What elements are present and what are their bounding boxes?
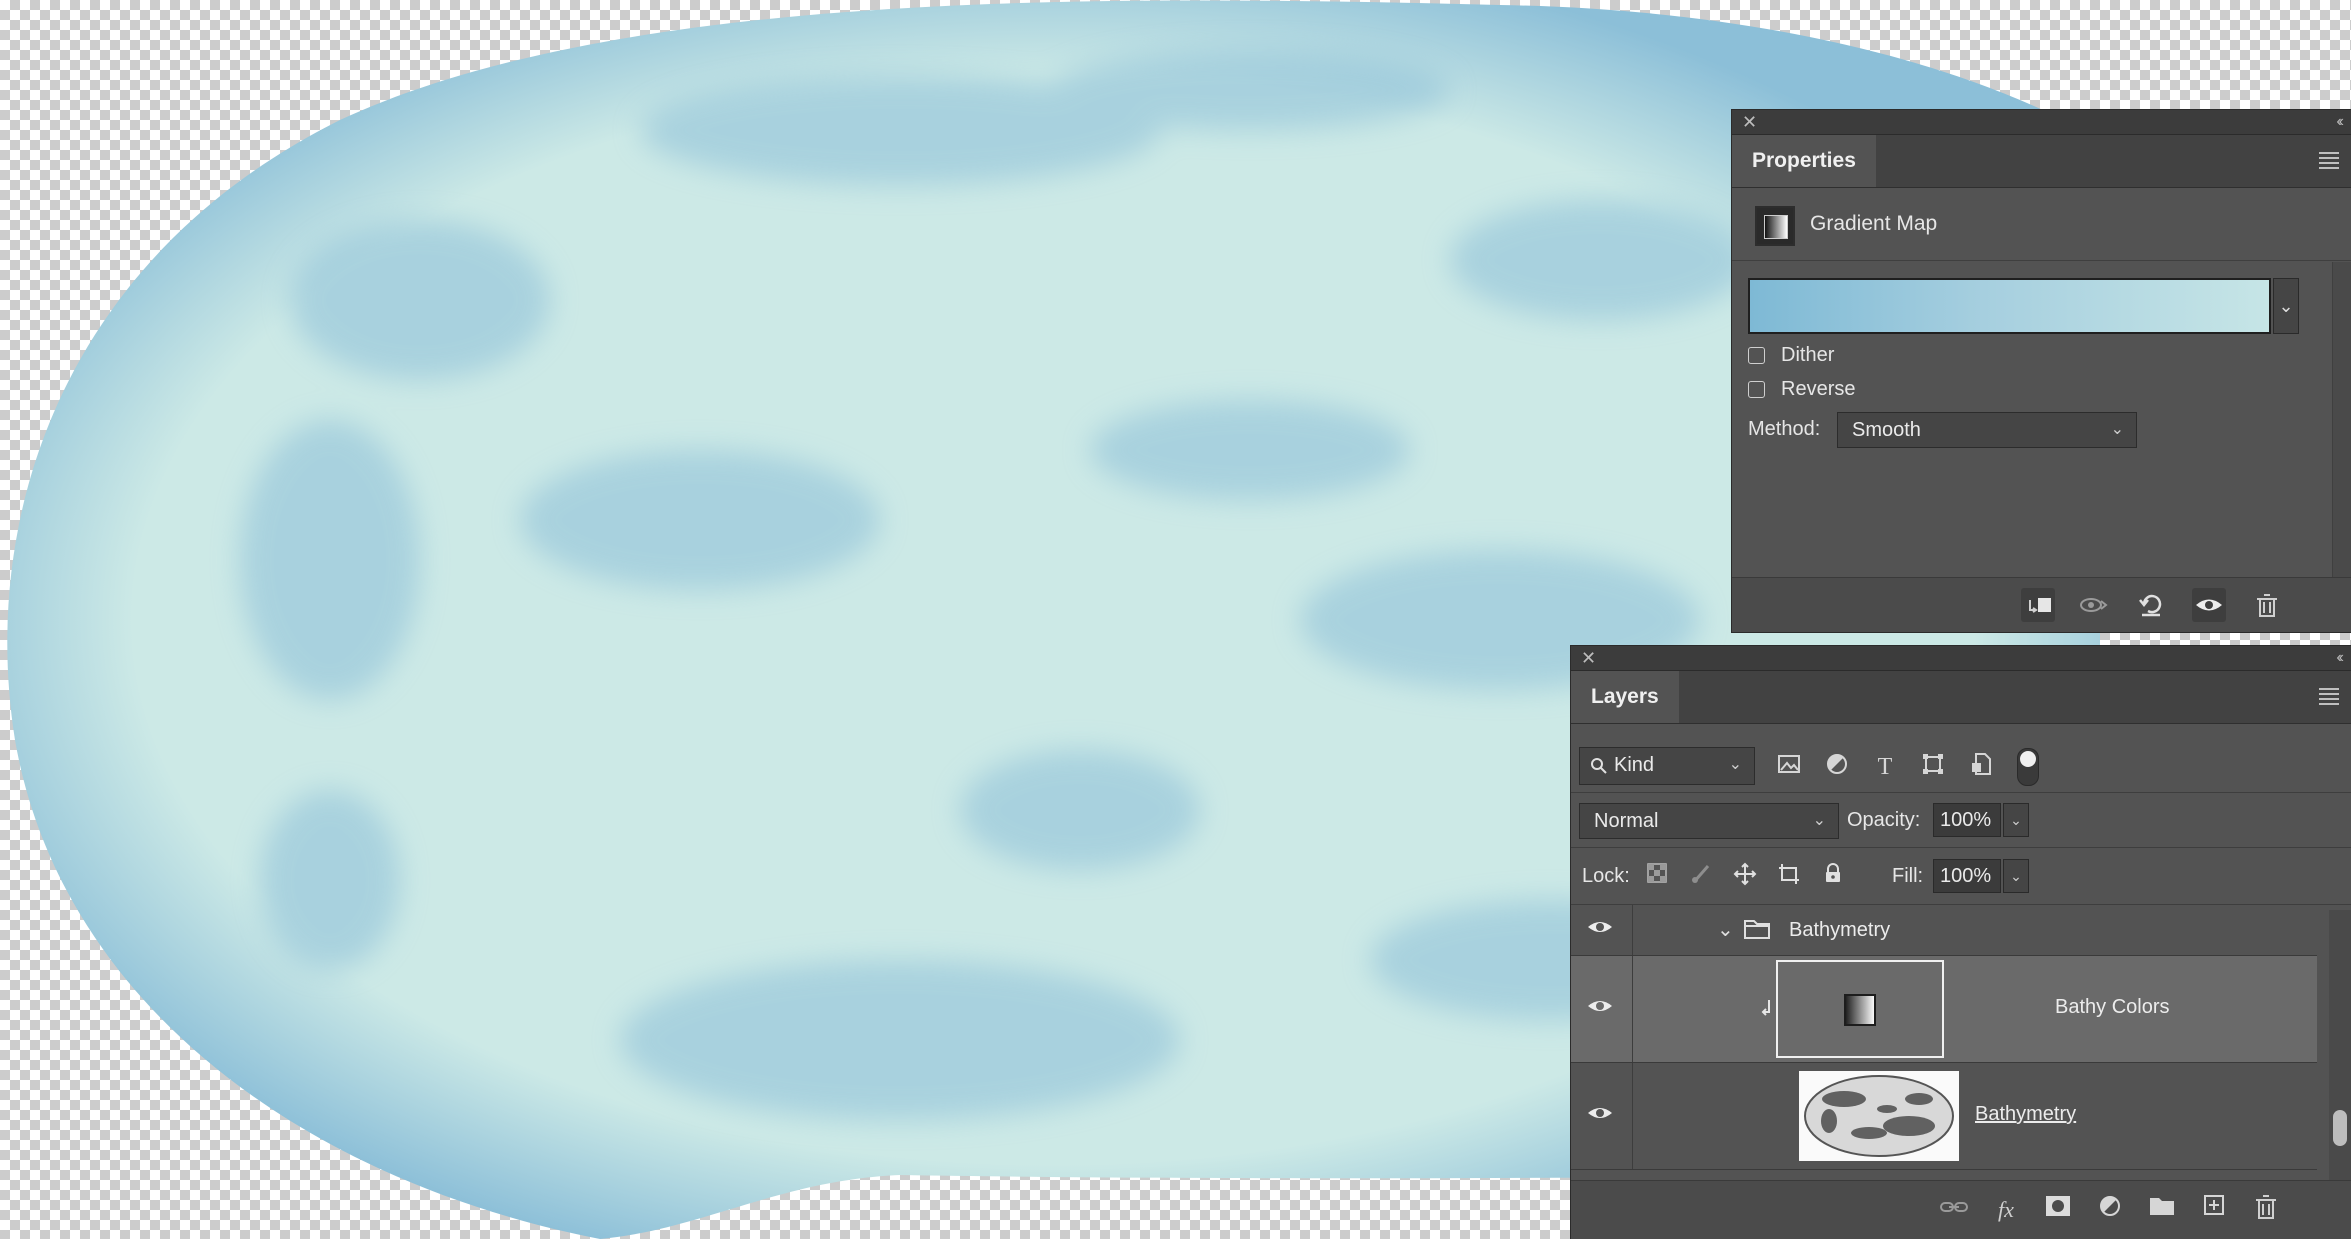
gradient-dropdown-button[interactable]: ⌄ [2273, 278, 2299, 334]
layer-row-group[interactable]: ⌄ Bathymetry [1571, 905, 2317, 956]
method-label: Method: [1748, 418, 1821, 440]
reverse-option[interactable]: Reverse [1748, 378, 1855, 406]
opacity-dropdown[interactable]: ⌄ [2003, 803, 2029, 837]
chevron-down-icon: ⌄ [2278, 296, 2294, 316]
layer-name[interactable]: Bathy Colors [2055, 996, 2170, 1019]
gradient-map-icon [1755, 206, 1795, 246]
scrollbar-thumb[interactable] [2333, 1110, 2347, 1146]
reset-icon[interactable] [2134, 588, 2168, 622]
chevron-down-icon: ⌄ [2110, 421, 2124, 438]
search-icon [1591, 758, 1607, 774]
lock-artboard-icon[interactable] [1774, 862, 1804, 892]
gradient-picker: ⌄ [1748, 278, 2299, 334]
layer-name[interactable]: Bathymetry [1789, 919, 1890, 942]
type-filter-icon[interactable]: T [1869, 751, 1901, 783]
lock-position-icon[interactable] [1730, 862, 1760, 892]
image-filter-icon[interactable] [1773, 751, 1805, 783]
add-mask-icon[interactable] [2041, 1193, 2075, 1227]
reverse-checkbox[interactable] [1748, 381, 1765, 399]
layer-row-pixel[interactable]: Bathymetry [1571, 1063, 2317, 1170]
properties-tab-row: Properties [1732, 135, 2351, 188]
adjustment-layer-thumbnail[interactable] [1776, 960, 1944, 1058]
shape-filter-icon[interactable] [1917, 751, 1949, 783]
layer-row-selected[interactable]: Bathy Colors [1571, 956, 2317, 1063]
layers-tab-row: Layers [1571, 671, 2351, 724]
blend-mode-value: Normal [1594, 810, 1659, 832]
dither-option[interactable]: Dither [1748, 344, 1834, 372]
layers-panel: ✕ ‹‹ Layers Kind ⌄ T Normal ⌄ Opacity: 1… [1571, 646, 2351, 1239]
tab-properties[interactable]: Properties [1732, 135, 1876, 187]
fill-dropdown[interactable]: ⌄ [2003, 859, 2029, 893]
trash-icon[interactable] [2250, 588, 2284, 622]
properties-scrollbar[interactable] [2332, 262, 2351, 577]
visibility-icon[interactable] [2192, 588, 2226, 622]
close-panel-icon[interactable]: ✕ [1742, 112, 1757, 132]
clip-to-layer-icon[interactable] [2021, 588, 2055, 622]
chevron-down-icon: ⌄ [1728, 756, 1742, 773]
filter-kind-select[interactable]: Kind ⌄ [1579, 747, 1755, 785]
pixel-layer-thumbnail[interactable] [1799, 1071, 1959, 1161]
close-panel-icon[interactable]: ✕ [1581, 648, 1596, 668]
chevron-down-icon: ⌄ [1812, 812, 1826, 829]
clipping-arrow-icon [1759, 998, 1773, 1023]
adjustment-filter-icon[interactable] [1821, 751, 1853, 783]
fill-label: Fill: [1892, 865, 1924, 887]
eye-icon[interactable] [1585, 1101, 1615, 1131]
fill-input[interactable]: 100% [1933, 859, 2001, 893]
dither-label: Dither [1781, 344, 1835, 366]
folder-icon [1743, 918, 1771, 945]
chevron-down-icon: ⌄ [2010, 868, 2022, 884]
adjustment-title: Gradient Map [1810, 212, 1938, 235]
properties-panel-titlebar[interactable]: ✕ ‹‹ [1732, 110, 2351, 135]
eye-icon[interactable] [1585, 994, 1615, 1024]
lock-transparent-icon[interactable] [1642, 862, 1672, 892]
eye-icon[interactable] [1585, 915, 1615, 945]
adjustment-header: Gradient Map [1732, 188, 2351, 261]
panel-menu-icon[interactable] [2319, 685, 2339, 705]
new-adjustment-icon[interactable] [2093, 1193, 2127, 1227]
lock-image-icon[interactable] [1686, 862, 1716, 892]
layers-scrollbar[interactable] [2329, 910, 2351, 1180]
bathymetry-thumbnail-image [1804, 1075, 1954, 1157]
new-group-icon[interactable] [2145, 1193, 2179, 1227]
trash-icon[interactable] [2249, 1193, 2283, 1227]
view-previous-state-icon[interactable] [2077, 588, 2111, 622]
layers-footer: fx [1571, 1180, 2351, 1239]
layers-panel-titlebar[interactable]: ✕ ‹‹ [1571, 646, 2351, 671]
reverse-label: Reverse [1781, 378, 1856, 400]
fx-icon[interactable]: fx [1989, 1193, 2023, 1227]
panel-menu-icon[interactable] [2319, 149, 2339, 169]
layer-name[interactable]: Bathymetry [1975, 1103, 2076, 1126]
properties-footer [1732, 577, 2351, 632]
gradient-preview-bar[interactable] [1748, 278, 2271, 334]
dither-checkbox[interactable] [1748, 347, 1765, 365]
collapse-panel-icon[interactable]: ‹‹ [2336, 648, 2343, 668]
lock-all-icon[interactable] [1818, 862, 1848, 892]
opacity-label: Opacity: [1847, 809, 1921, 831]
collapse-panel-icon[interactable]: ‹‹ [2336, 112, 2343, 132]
tab-layers[interactable]: Layers [1571, 671, 1679, 723]
method-value: Smooth [1852, 419, 1921, 441]
link-layers-icon[interactable] [1937, 1193, 1971, 1227]
method-select[interactable]: Smooth ⌄ [1837, 412, 2137, 448]
chevron-down-icon: ⌄ [2010, 812, 2022, 828]
new-layer-icon[interactable] [2197, 1193, 2231, 1227]
chevron-down-icon[interactable]: ⌄ [1717, 917, 1734, 942]
filter-toggle-switch[interactable] [2017, 748, 2039, 786]
lock-label: Lock: [1582, 865, 1630, 887]
properties-panel: ✕ ‹‹ Properties Gradient Map ⌄ Dither Re… [1732, 110, 2351, 632]
smart-object-filter-icon[interactable] [1965, 751, 1997, 783]
filter-kind-value: Kind [1614, 754, 1655, 776]
blend-mode-select[interactable]: Normal ⌄ [1579, 803, 1839, 839]
gradient-map-icon [1844, 994, 1876, 1026]
opacity-input[interactable]: 100% [1933, 803, 2001, 837]
